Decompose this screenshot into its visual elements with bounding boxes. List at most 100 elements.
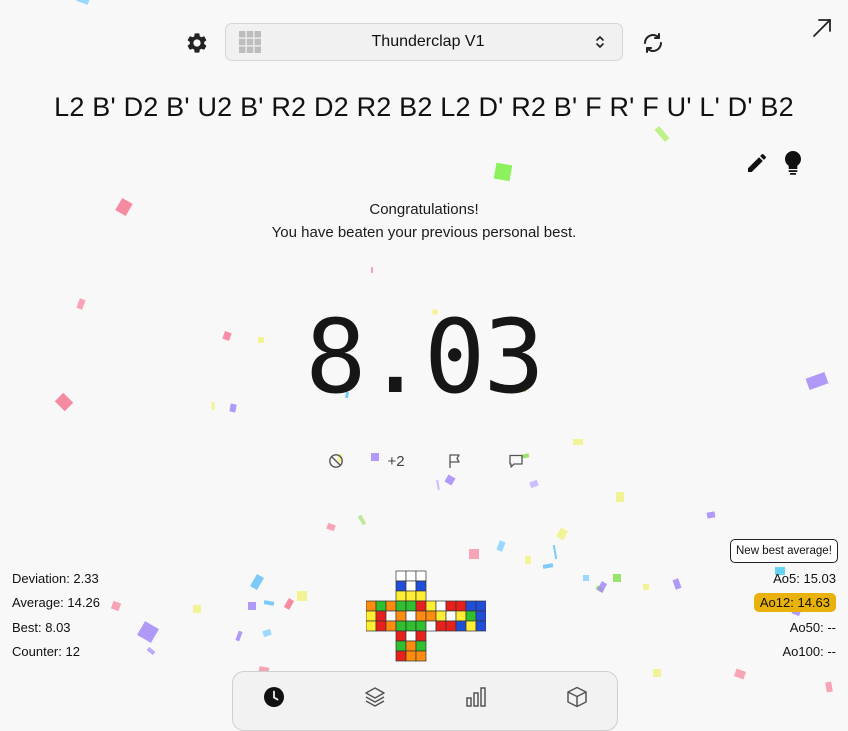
confetti-piece	[825, 681, 833, 693]
cube-sticker-R-1-1	[435, 610, 447, 622]
confetti-piece	[297, 591, 307, 601]
cube-sticker-F-1-1	[405, 610, 417, 622]
settings-button[interactable]	[184, 30, 210, 56]
cube-sticker-U-0-0	[395, 570, 407, 582]
cube-preview[interactable]	[366, 568, 486, 664]
nav-cube[interactable]	[563, 684, 591, 710]
cube-sticker-L-0-1	[375, 600, 387, 612]
cube-sticker-F-2-0	[395, 620, 407, 632]
congrats-subtitle: You have beaten your previous personal b…	[271, 224, 577, 241]
cube-sticker-B-0-0	[455, 600, 467, 612]
cube-sticker-D-2-2	[415, 650, 427, 662]
confetti-piece	[556, 527, 568, 541]
confetti-piece	[371, 453, 379, 461]
confetti-piece	[371, 267, 373, 273]
confetti-piece	[283, 598, 295, 610]
confetti-piece	[76, 0, 90, 5]
cube-sticker-B-0-1	[465, 600, 477, 612]
cube-sticker-F-0-0	[395, 600, 407, 612]
cube-sticker-D-1-2	[415, 640, 427, 652]
stat-ao100[interactable]: Ao100: --	[754, 640, 836, 664]
layers-icon	[365, 687, 385, 707]
cube-sticker-L-2-0	[366, 620, 377, 632]
cube-sticker-D-0-0	[395, 630, 407, 642]
nav-timer[interactable]	[260, 684, 288, 710]
refresh-scramble-button[interactable]	[640, 30, 666, 56]
plus-two-button[interactable]: +2	[382, 450, 410, 472]
bottom-navigation	[232, 671, 618, 731]
cube-sticker-R-0-1	[435, 600, 447, 612]
stat-deviation: Deviation: 2.33	[12, 571, 99, 586]
stat-counter: Counter: 12	[12, 643, 80, 659]
cube-sticker-R-1-2	[445, 610, 457, 622]
comment-button[interactable]	[505, 450, 527, 472]
cube-sticker-U-2-1	[405, 590, 417, 602]
comment-icon	[509, 454, 523, 468]
confetti-piece	[583, 575, 589, 581]
edit-scramble-button[interactable]	[744, 150, 770, 176]
cube-sticker-L-2-1	[375, 620, 387, 632]
hint-button[interactable]	[781, 150, 805, 176]
cube-sticker-U-2-2	[415, 590, 427, 602]
stat-ao12[interactable]: Ao12: 14.63	[753, 593, 836, 613]
cube-sticker-D-1-0	[395, 640, 407, 652]
confetti-piece	[235, 630, 243, 642]
stat-average: Average: 14.26	[12, 595, 100, 611]
cube-sticker-U-0-1	[405, 570, 417, 582]
cube-sticker-D-0-2	[415, 630, 427, 642]
confetti-piece	[250, 573, 264, 591]
cube-sticker-L-1-2	[385, 610, 397, 622]
chevron-up-down-icon	[596, 36, 604, 48]
confetti-piece	[613, 574, 621, 582]
cube-sticker-U-1-0	[395, 580, 407, 592]
cube-sticker-L-0-2	[385, 600, 397, 612]
confetti-piece	[573, 439, 583, 445]
confetti-piece	[672, 578, 682, 590]
nav-sessions[interactable]	[361, 684, 389, 710]
cube-sticker-F-1-2	[415, 610, 427, 622]
dnf-button[interactable]	[325, 450, 347, 472]
congrats-title: Congratulations!	[369, 201, 479, 218]
scramble-text[interactable]: L2 B' D2 B' U2 B' R2 D2 R2 B2 L2 D' R2 B…	[0, 92, 848, 123]
confetti-piece	[552, 544, 558, 560]
cube-sticker-F-0-2	[415, 600, 427, 612]
grid-icon	[239, 31, 261, 53]
confetti-piece	[653, 669, 661, 677]
confetti-piece	[643, 584, 649, 590]
confetti-piece	[706, 511, 716, 519]
cube-sticker-D-1-1	[405, 640, 417, 652]
cube-sticker-L-1-1	[375, 610, 387, 622]
confetti-piece	[542, 563, 554, 569]
cube-sticker-B-0-2	[475, 600, 486, 612]
puzzle-select-label: Thunderclap V1	[371, 33, 485, 50]
confetti-piece	[436, 479, 440, 491]
fullscreen-button[interactable]	[810, 16, 834, 40]
confetti-piece	[496, 540, 506, 552]
cube-sticker-B-2-0	[455, 620, 467, 632]
confetti-piece	[263, 600, 275, 606]
confetti-piece	[326, 522, 336, 532]
cube-sticker-L-0-0	[366, 600, 377, 612]
confetti-piece	[444, 474, 456, 486]
cube-sticker-U-2-0	[395, 590, 407, 602]
puzzle-select[interactable]: Thunderclap V1	[225, 23, 623, 61]
flag-button[interactable]	[444, 450, 466, 472]
confetti-piece	[146, 646, 156, 656]
refresh-icon	[644, 33, 662, 53]
confetti-piece	[469, 549, 479, 559]
confetti-piece	[654, 125, 670, 143]
confetti-piece	[733, 668, 747, 680]
cube-sticker-R-2-1	[435, 620, 447, 632]
stat-best: Best: 8.03	[12, 619, 71, 635]
confetti-piece	[357, 514, 367, 526]
cube-sticker-L-2-2	[385, 620, 397, 632]
confetti-piece	[110, 600, 122, 612]
confetti-piece	[262, 628, 272, 638]
confetti-piece	[193, 605, 201, 613]
bar-chart-icon	[466, 687, 486, 707]
stat-ao50[interactable]: Ao50: --	[754, 616, 836, 640]
timer-display[interactable]: 8.03	[0, 298, 848, 417]
nav-stats[interactable]	[462, 684, 490, 710]
stat-ao5[interactable]: Ao5: 15.03	[754, 567, 836, 591]
confetti-piece	[596, 581, 608, 593]
